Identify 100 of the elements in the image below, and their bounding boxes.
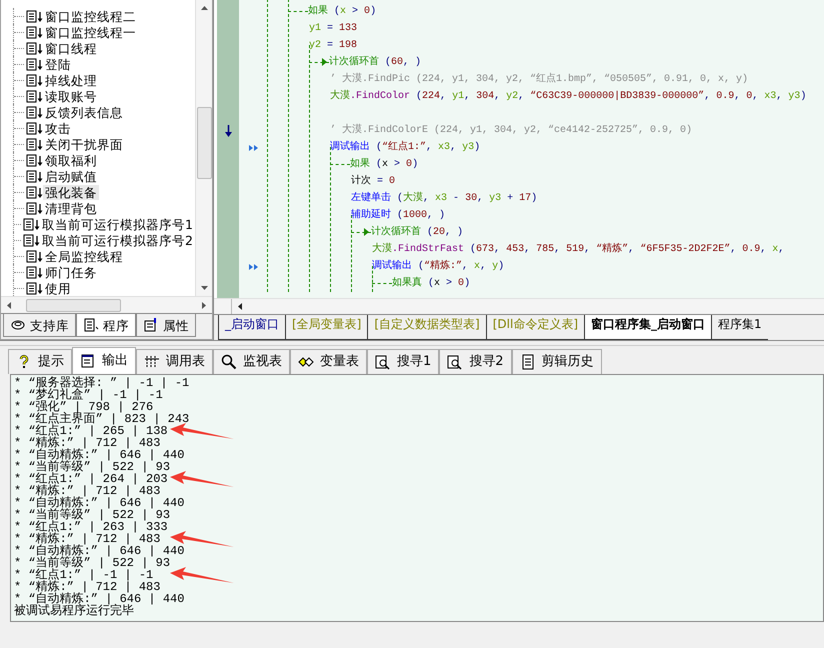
panel-tab[interactable]: 变量表 xyxy=(290,349,367,374)
code-line: y2 = 198 xyxy=(309,40,358,52)
tree-item[interactable]: 取当前可运行模拟器序号2 xyxy=(40,232,195,248)
document-down-arrow-icon xyxy=(26,26,43,38)
code-line: 如果真 (x > 0) xyxy=(392,278,470,290)
editor-tab[interactable]: 程序集1 xyxy=(711,315,768,340)
code-line: 大漠.FindStrFast (673, 453, 785, 519, “精炼”, “6F5F35-2D2F2E”, 0.9, x, xyxy=(372,244,784,256)
tree-item[interactable]: 窗口监控线程一 xyxy=(43,24,138,40)
scrollbar-thumb[interactable] xyxy=(26,298,121,312)
document-down-arrow-icon xyxy=(26,106,43,118)
panel-tab[interactable]: 提示 xyxy=(8,349,72,374)
editor-tab[interactable]: 窗口程序集_启动窗口 xyxy=(584,315,712,340)
output-line: * “精炼:” | 712 | 483 xyxy=(14,581,160,593)
document-down-arrow-icon xyxy=(23,234,40,246)
document-down-arrow-icon xyxy=(23,218,40,230)
document-down-arrow-icon xyxy=(26,10,43,22)
tree-item[interactable]: 窗口监控线程二 xyxy=(43,8,138,24)
document-down-arrow-icon xyxy=(26,266,43,278)
output-line: * “红点主界面” | 823 | 243 xyxy=(14,413,190,425)
tree-item[interactable]: 取当前可运行模拟器序号1 xyxy=(40,216,195,232)
vertical-scrollbar[interactable] xyxy=(195,0,212,296)
editor-tab[interactable]: [自定义数据类型表] xyxy=(367,315,486,340)
output-line: 被调试易程序运行完毕 xyxy=(14,605,134,617)
code-line: 如果 (x > 0) xyxy=(308,6,376,18)
output-line: * “梦幻礼盒” | -1 | -1 xyxy=(14,389,163,401)
output-line: * “红点1:” | -1 | -1 xyxy=(14,569,154,581)
output-line: * “红点1:” | 264 | 203 xyxy=(14,473,168,485)
document-down-arrow-icon xyxy=(26,202,43,214)
panel-tab[interactable]: 搜寻2 xyxy=(439,349,512,374)
panel-tab[interactable]: 搜寻1 xyxy=(367,349,440,374)
panel-tab[interactable]: 程序 xyxy=(76,314,136,337)
horizontal-scrollbar[interactable] xyxy=(214,298,824,314)
tree-item[interactable]: 读取账号 xyxy=(43,88,99,104)
tree-item[interactable]: 启动赋值 xyxy=(43,168,99,184)
search-icon xyxy=(221,354,237,370)
document-icon xyxy=(520,354,536,370)
code-line: 左键单击 (大漠, x3 - 30, y3 + 17) xyxy=(351,192,538,204)
panel-tab[interactable]: 支持库 xyxy=(3,314,76,337)
tree-item[interactable]: 关闭干扰界面 xyxy=(43,136,125,152)
document-down-arrow-icon xyxy=(26,58,43,70)
panel-tab[interactable]: 属性 xyxy=(136,314,196,337)
output-line: * “自动精炼:” | 646 | 440 xyxy=(14,449,184,461)
code-line: 计次循环首 (60, ) xyxy=(329,56,422,68)
output-line: * “红点1:” | 265 | 138 xyxy=(14,425,168,437)
document-search-icon xyxy=(447,354,464,370)
panel-tab[interactable]: 监视表 xyxy=(213,349,290,374)
tree-item[interactable]: 使用 xyxy=(43,280,73,296)
tree-item[interactable]: 反馈列表信息 xyxy=(43,104,125,120)
output-line: * “当前等级” | 522 | 93 xyxy=(14,557,170,569)
code-line: 调试输出 (“红点1:”, x3, y3) xyxy=(330,142,480,154)
document-down-arrow-icon xyxy=(26,138,43,150)
document-down-arrow-icon xyxy=(26,154,43,166)
document-search-icon xyxy=(375,354,391,370)
code-line: 计次循环首 (20, ) xyxy=(371,226,464,238)
output-line: * “自动精炼:” | 646 | 440 xyxy=(14,497,184,509)
document-down-arrow-icon xyxy=(26,170,43,182)
document-down-arrow-icon xyxy=(26,122,43,134)
tree-item[interactable]: 清理背包 xyxy=(43,200,99,216)
document-down-arrow-icon xyxy=(26,250,43,262)
output-line: * “服务器选择: ” | -1 | -1 xyxy=(14,377,190,389)
tree-item[interactable]: 攻击 xyxy=(43,120,73,136)
document-icon xyxy=(83,317,99,333)
output-line: * “当前等级” | 522 | 93 xyxy=(14,509,170,521)
editor-tab[interactable]: _启动窗口 xyxy=(218,315,285,340)
output-line: * “当前等级” | 522 | 93 xyxy=(14,461,170,473)
document-down-arrow-icon xyxy=(26,74,43,86)
editor-tab[interactable]: [全局变量表] xyxy=(285,315,368,340)
horizontal-scrollbar[interactable] xyxy=(1,296,212,313)
output-line: * “自动精炼:” | 646 | 440 xyxy=(14,593,184,605)
document-down-arrow-icon xyxy=(26,186,43,198)
tree-item[interactable]: 掉线处理 xyxy=(43,72,99,88)
output-line: * “精炼:” | 712 | 483 xyxy=(14,485,160,497)
output-line: * “自动精炼:” | 646 | 440 xyxy=(14,545,184,557)
code-line: 辅助延时 (1000, ) xyxy=(351,210,446,222)
dotted-grid-icon xyxy=(144,354,160,370)
editor-tab[interactable]: [Dll命令定义表] xyxy=(486,315,584,340)
code-line: ’ 大漠.FindColorE (224, y1, 304, y2, “ce4142-252725”, 0.9, 0) xyxy=(330,124,692,136)
properties-icon xyxy=(143,317,159,333)
tree-item[interactable]: 强化装备 xyxy=(43,184,99,200)
window-icon xyxy=(80,353,96,369)
code-line: 调试输出 (“精炼:”, x, y) xyxy=(372,260,504,272)
panel-tab[interactable]: 输出 xyxy=(72,347,136,374)
document-down-arrow-icon xyxy=(26,42,43,54)
code-line: ’ 大漠.FindPic (224, y1, 304, y2, “红点1.bmp”, “050505”, 0.91, 0, x, y) xyxy=(330,74,748,86)
code-line: 计次 = 0 xyxy=(351,176,396,188)
document-down-arrow-icon xyxy=(26,90,43,102)
tree-item[interactable]: 登陆 xyxy=(43,56,73,72)
output-line: * “精炼:” | 712 | 483 xyxy=(14,437,160,449)
output-line: * “精炼:” | 712 | 483 xyxy=(14,533,160,545)
code-line: 如果 (x > 0) xyxy=(350,158,418,170)
tree-item[interactable]: 师门任务 xyxy=(43,264,99,280)
tree-item[interactable]: 全局监控线程 xyxy=(43,248,125,264)
scrollbar-thumb[interactable] xyxy=(196,107,212,179)
tree-item[interactable]: 窗口线程 xyxy=(43,40,99,56)
code-line: y1 = 133 xyxy=(309,22,358,34)
output-line: * “红点1:” | 263 | 333 xyxy=(14,521,168,533)
code-line: 大漠.FindColor (224, y1, 304, y2, “C63C39-000000|BD3839-000000”, 0.9, 0, x3, y3) xyxy=(330,90,806,102)
panel-tab[interactable]: 剪辑历史 xyxy=(512,349,602,374)
panel-tab[interactable]: 调用表 xyxy=(136,349,213,374)
tree-item[interactable]: 领取福利 xyxy=(43,152,99,168)
